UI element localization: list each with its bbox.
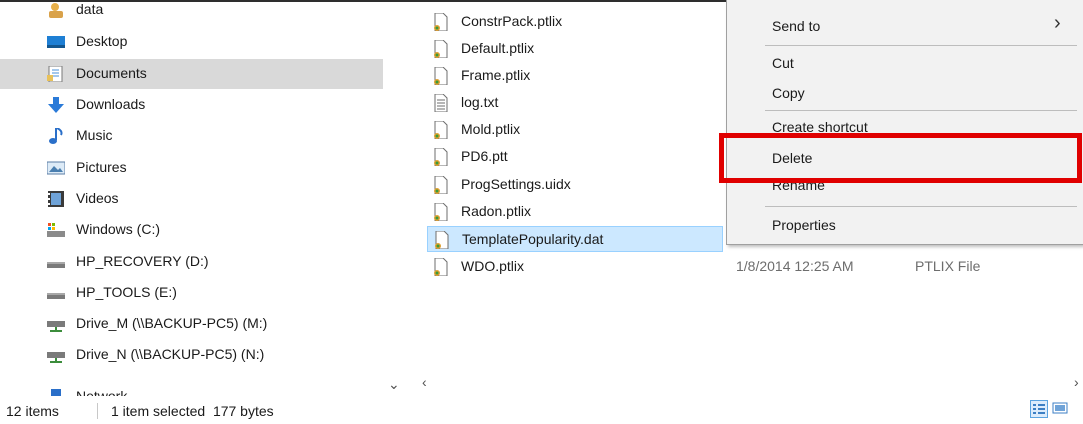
network-drive-icon [47,347,65,363]
delete-highlight-box [719,133,1082,183]
nav-item-desktop[interactable]: Desktop [0,27,383,57]
ptlix-file-icon [433,12,449,32]
uidx-file-icon [433,175,449,195]
file-row[interactable]: WDO.ptlix [427,254,727,280]
nav-item-label: Pictures [76,159,127,175]
drive-icon [47,254,65,270]
nav-item-downloads[interactable]: Downloads [0,90,383,120]
nav-item-label: Videos [76,190,119,206]
file-row[interactable]: log.txt [427,90,727,116]
menu-item-cut[interactable]: Cut [772,55,794,71]
file-row-selected[interactable]: TemplatePopularity.dat [427,226,723,252]
status-separator [97,403,98,419]
videos-icon [47,191,65,207]
menu-item-copy[interactable]: Copy [772,85,805,101]
nav-item-music[interactable]: Music [0,121,383,151]
file-name: Mold.ptlix [461,121,521,137]
file-name: Radon.ptlix [461,203,532,219]
ptt-file-icon [433,147,449,167]
navigation-pane: data Desktop Documents Downloads Music P… [0,0,400,396]
nav-item-label: Drive_N (\\BACKUP-PC5) (N:) [76,346,265,362]
file-row[interactable]: Mold.ptlix [427,117,727,143]
download-arrow-icon [47,97,65,113]
nav-item-data[interactable]: data [0,0,383,25]
nav-item-label: data [76,1,104,17]
ptlix-file-icon [433,257,449,277]
nav-item-label: Drive_M (\\BACKUP-PC5) (M:) [76,315,268,331]
nav-item-label: Downloads [76,96,146,112]
nav-item-label: Music [76,127,113,143]
nav-item-hp-tools[interactable]: HP_TOOLS (E:) [0,278,383,308]
item-count: 12 items [6,403,59,419]
documents-icon [47,65,65,83]
selection-info: 1 item selected 177 bytes [111,403,274,419]
file-row[interactable]: ProgSettings.uidx [427,172,727,198]
context-menu: Send to › Cut Copy Create shortcut Delet… [726,0,1083,245]
music-note-icon [47,127,65,144]
nav-item-pictures[interactable]: Pictures [0,153,383,183]
ptlix-file-icon [433,66,449,86]
large-icons-view-icon[interactable] [1052,400,1070,418]
ptlix-file-icon [433,39,449,59]
desktop-icon [47,34,65,50]
file-row[interactable]: Frame.ptlix [427,63,727,89]
file-name: ProgSettings.uidx [461,176,571,192]
file-row[interactable]: ConstrPack.ptlix [427,9,727,35]
nav-scroll-down-icon[interactable]: ⌄ [388,376,400,393]
nav-item-label: Documents [76,65,147,81]
nav-item-drive-m[interactable]: Drive_M (\\BACKUP-PC5) (M:) [0,309,383,339]
hscroll-left-icon[interactable]: ‹ [422,374,427,390]
ptlix-file-icon [433,202,449,222]
ptlix-file-icon [433,120,449,140]
menu-separator [765,206,1077,207]
text-file-icon [433,93,449,113]
hscroll-right-icon[interactable]: › [1074,374,1079,390]
file-name: Default.ptlix [461,40,535,56]
file-name: PD6.ptt [461,148,508,164]
nav-item-label: HP_RECOVERY (D:) [76,253,209,269]
file-name: WDO.ptlix [461,258,524,274]
dat-file-icon [434,230,450,250]
windows-drive-icon [47,222,65,238]
file-row[interactable]: Default.ptlix [427,36,727,62]
file-name: ConstrPack.ptlix [461,13,563,29]
details-view-icon[interactable] [1030,400,1048,418]
nav-item-label: HP_TOOLS (E:) [76,284,177,300]
nav-item-drive-n[interactable]: Drive_N (\\BACKUP-PC5) (N:) [0,340,383,370]
file-name: Frame.ptlix [461,67,531,83]
pictures-icon [46,160,66,176]
network-icon [47,389,65,396]
menu-item-properties[interactable]: Properties [772,217,836,233]
nav-item-documents[interactable]: Documents [0,59,383,89]
file-type: PTLIX File [915,258,981,274]
menu-item-send-to[interactable]: Send to [772,18,820,34]
nav-item-label: Network [76,388,128,396]
drive-icon [47,285,65,301]
file-name: log.txt [461,94,499,110]
nav-item-hp-recovery[interactable]: HP_RECOVERY (D:) [0,247,383,277]
file-row[interactable]: Radon.ptlix [427,199,727,225]
status-bar: 12 items 1 item selected 177 bytes [0,396,1083,424]
network-drive-icon [47,316,65,332]
nav-item-videos[interactable]: Videos [0,184,383,214]
nav-item-label: Windows (C:) [76,221,161,237]
menu-separator [765,110,1077,111]
nav-item-windows-c[interactable]: Windows (C:) [0,215,383,245]
user-folder-icon [47,2,65,18]
file-row[interactable]: PD6.ptt [427,144,727,170]
file-date: 1/8/2014 12:25 AM [736,258,854,274]
file-name: TemplatePopularity.dat [462,231,604,247]
nav-item-label: Desktop [76,33,128,49]
menu-separator [765,45,1077,46]
submenu-arrow-icon: › [1054,12,1061,34]
nav-item-network[interactable]: Network [0,382,383,396]
